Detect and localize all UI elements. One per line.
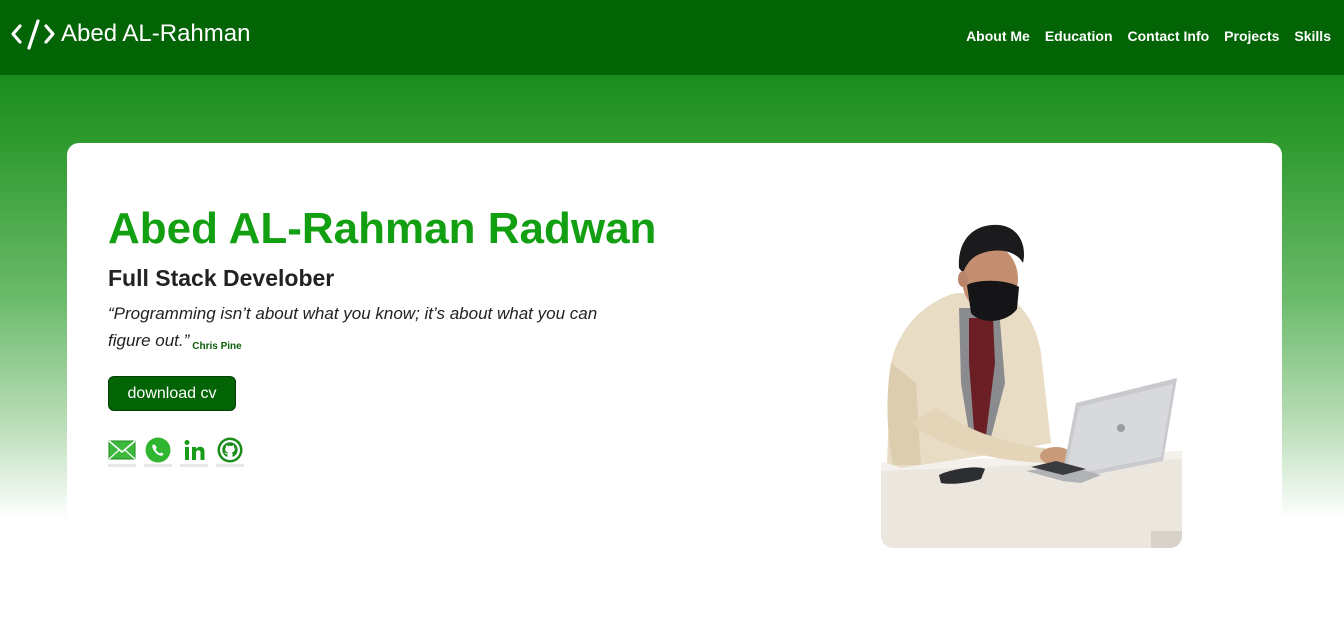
email-icon (108, 440, 136, 460)
download-cv-button[interactable]: download cv (108, 376, 236, 411)
page: Abed AL-Rahman About Me Education Contac… (0, 0, 1344, 619)
nav-item-skills: Skills (1294, 26, 1331, 46)
nav-item-projects: Projects (1224, 26, 1279, 46)
quote-text: “Programming isn’t about what you know; … (108, 304, 598, 350)
nav-links: About Me Education Contact Info Projects… (966, 26, 1331, 46)
whatsapp-icon (145, 437, 171, 463)
code-icon (11, 19, 55, 50)
nav-link-projects[interactable]: Projects (1224, 28, 1279, 44)
quote-author: Chris Pine (192, 341, 242, 352)
linkedin-link[interactable] (180, 437, 208, 467)
hero-quote: “Programming isn’t about what you know; … (108, 300, 628, 360)
brand[interactable]: Abed AL-Rahman (10, 16, 250, 52)
hero-name: Abed AL-Rahman Radwan (108, 204, 657, 253)
nav-link-skills[interactable]: Skills (1294, 28, 1331, 44)
nav-link-education[interactable]: Education (1045, 28, 1113, 44)
hero-role: Full Stack Develober (108, 265, 335, 291)
nav-item-education: Education (1045, 26, 1113, 46)
github-link[interactable] (216, 437, 244, 467)
social-links (108, 437, 244, 467)
linkedin-icon (184, 440, 205, 460)
nav-link-contact-info[interactable]: Contact Info (1128, 28, 1210, 44)
github-icon (217, 437, 243, 463)
brand-name: Abed AL-Rahman (61, 20, 251, 47)
whatsapp-link[interactable] (144, 437, 172, 467)
profile-photo (881, 213, 1182, 548)
navbar: Abed AL-Rahman About Me Education Contac… (0, 0, 1344, 75)
nav-link-about-me[interactable]: About Me (966, 28, 1030, 44)
nav-item-about-me: About Me (966, 26, 1030, 46)
nav-item-contact-info: Contact Info (1128, 26, 1210, 46)
profile-photo-illustration (881, 213, 1182, 548)
email-link[interactable] (108, 437, 136, 467)
